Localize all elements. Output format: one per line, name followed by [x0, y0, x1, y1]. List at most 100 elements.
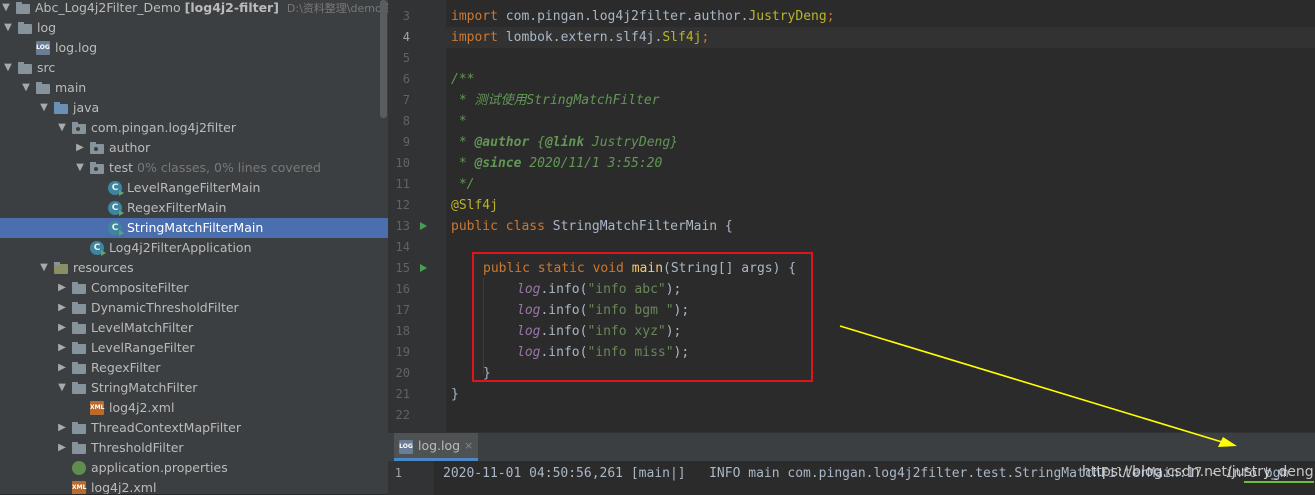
- chevron-right-icon[interactable]: ▶: [56, 298, 68, 318]
- root-label: Abc_Log4j2Filter_Demo: [35, 0, 181, 15]
- java-class-icon: C: [108, 201, 124, 216]
- line-number: 4: [402, 30, 410, 44]
- properties-file-icon: [72, 461, 86, 475]
- chevron-down-icon[interactable]: ▼: [2, 18, 14, 38]
- close-icon[interactable]: ×: [464, 433, 473, 459]
- tree-item-stringmatchfilter[interactable]: ▼ StringMatchFilter: [0, 378, 388, 398]
- log-file-icon: LOG: [36, 41, 50, 55]
- folder-icon: [72, 282, 86, 294]
- tree-item-src[interactable]: ▼ src: [0, 58, 388, 78]
- log-tab-bar: LOG log.log ×: [388, 433, 1315, 461]
- chevron-down-icon[interactable]: ▼: [38, 258, 50, 278]
- folder-icon: [72, 342, 86, 354]
- tree-item-label: ThreadContextMapFilter: [91, 420, 242, 435]
- tree-item-threadcontextmapfilter[interactable]: ▶ ThreadContextMapFilter: [0, 418, 388, 438]
- folder-icon: [72, 362, 86, 374]
- run-method-icon[interactable]: [420, 264, 427, 272]
- chevron-right-icon[interactable]: ▶: [56, 338, 68, 358]
- highlight-box: [472, 252, 813, 382]
- chevron-right-icon[interactable]: ▶: [56, 438, 68, 458]
- line-number: 20: [395, 366, 410, 380]
- tree-item-label: log: [37, 20, 57, 35]
- tree-root[interactable]: ▼ Abc_Log4j2Filter_Demo [log4j2-filter] …: [0, 0, 388, 18]
- tree-item-regexfiltermain[interactable]: C RegexFilterMain: [0, 198, 388, 218]
- chevron-right-icon[interactable]: ▶: [56, 418, 68, 438]
- chevron-down-icon[interactable]: ▼: [2, 58, 14, 78]
- tree-item-label: java: [73, 100, 100, 115]
- chevron-right-icon[interactable]: ▶: [74, 138, 86, 158]
- chevron-down-icon[interactable]: ▼: [0, 0, 12, 18]
- line-number: 19: [395, 345, 410, 359]
- tree-item-main[interactable]: ▼ main: [0, 78, 388, 98]
- folder-icon: [18, 22, 32, 34]
- tree-item-dynamicthresholdfilter[interactable]: ▶ DynamicThresholdFilter: [0, 298, 388, 318]
- tree-item-label: log4j2.xml: [109, 400, 175, 415]
- folder-icon: [18, 62, 32, 74]
- chevron-down-icon[interactable]: ▼: [74, 158, 86, 178]
- tree-item-stringmatchfiltermain[interactable]: C StringMatchFilterMain: [0, 218, 388, 238]
- tree-item-label: test: [109, 160, 134, 175]
- tree-item-author[interactable]: ▶ author: [0, 138, 388, 158]
- tree-item-levelrangefiltermain[interactable]: C LevelRangeFilterMain: [0, 178, 388, 198]
- chevron-down-icon[interactable]: ▼: [38, 98, 50, 118]
- tree-item-label: StringMatchFilterMain: [127, 220, 264, 235]
- line-number: 10: [395, 156, 410, 170]
- line-number: 21: [395, 387, 410, 401]
- code-line-11: */: [451, 177, 475, 192]
- spring-class-icon: C: [90, 241, 106, 256]
- chevron-right-icon[interactable]: ▶: [56, 318, 68, 338]
- line-number: 18: [395, 324, 410, 338]
- tree-item-resources[interactable]: ▼ resources: [0, 258, 388, 278]
- log-match-underline: [1244, 481, 1314, 483]
- tree-item-test[interactable]: ▼ test 0% classes, 0% lines covered: [0, 158, 388, 178]
- tree-item-log-log[interactable]: LOG log.log: [0, 38, 388, 58]
- tree-item-label: LevelMatchFilter: [91, 320, 194, 335]
- line-number: 8: [402, 114, 410, 128]
- tree-item-label: LevelRangeFilterMain: [127, 180, 261, 195]
- log-file-icon: LOG: [399, 440, 413, 454]
- tree-item-label: author: [109, 140, 151, 155]
- tree-item-log4j2filterapplication[interactable]: C Log4j2FilterApplication: [0, 238, 388, 258]
- chevron-right-icon[interactable]: ▶: [56, 358, 68, 378]
- tree-item-log[interactable]: ▼ log: [0, 18, 388, 38]
- tree-item-label: log.log: [55, 40, 98, 55]
- tree-item-levelrangefilter[interactable]: ▶ LevelRangeFilter: [0, 338, 388, 358]
- tree-item-compositefilter[interactable]: ▶ CompositeFilter: [0, 278, 388, 298]
- folder-icon: [72, 422, 86, 434]
- folder-icon: [72, 322, 86, 334]
- line-number: 13: [395, 219, 410, 233]
- tree-item-log4j2-xml[interactable]: XML log4j2.xml: [0, 478, 388, 494]
- tree-item-label: DynamicThresholdFilter: [91, 300, 239, 315]
- tree-scrollbar[interactable]: [380, 0, 387, 118]
- tab-label: log.log: [418, 438, 461, 453]
- java-class-icon: C: [108, 181, 124, 196]
- tree-item-thresholdfilter[interactable]: ▶ ThresholdFilter: [0, 438, 388, 458]
- line-number: 7: [402, 93, 410, 107]
- code-line-3: import com.pingan.log4j2filter.author.Ju…: [451, 9, 835, 24]
- tree-item-levelmatchfilter[interactable]: ▶ LevelMatchFilter: [0, 318, 388, 338]
- tree-item-label: Log4j2FilterApplication: [109, 240, 252, 255]
- code-line-4: import lombok.extern.slf4j.Slf4j;: [451, 30, 710, 45]
- folder-icon: [36, 82, 50, 94]
- tree-item-java[interactable]: ▼ java: [0, 98, 388, 118]
- tab-log-log[interactable]: LOG log.log ×: [394, 433, 478, 461]
- chevron-down-icon[interactable]: ▼: [56, 118, 68, 138]
- xml-file-icon: XML: [90, 401, 104, 415]
- chevron-down-icon[interactable]: ▼: [56, 378, 68, 398]
- tree-item-label: com.pingan.log4j2filter: [91, 120, 237, 135]
- package-icon: [90, 142, 104, 154]
- root-branch: [log4j2-filter]: [184, 0, 279, 15]
- resources-folder-icon: [54, 262, 68, 274]
- folder-icon: [72, 302, 86, 314]
- tree-item-regexfilter[interactable]: ▶ RegexFilter: [0, 358, 388, 378]
- chevron-right-icon[interactable]: ▶: [56, 278, 68, 298]
- tree-item-label: LevelRangeFilter: [91, 340, 195, 355]
- tree-item-com-pingan-log4j2filter[interactable]: ▼ com.pingan.log4j2filter: [0, 118, 388, 138]
- tree-item-application-properties[interactable]: application.properties: [0, 458, 388, 478]
- line-number: 6: [402, 72, 410, 86]
- chevron-down-icon[interactable]: ▼: [20, 78, 32, 98]
- tree-item-log4j2-xml[interactable]: XML log4j2.xml: [0, 398, 388, 418]
- tree-item-label: main: [55, 80, 87, 95]
- project-tree-panel: ▼ Abc_Log4j2Filter_Demo [log4j2-filter] …: [0, 0, 388, 494]
- run-class-icon[interactable]: [420, 222, 427, 230]
